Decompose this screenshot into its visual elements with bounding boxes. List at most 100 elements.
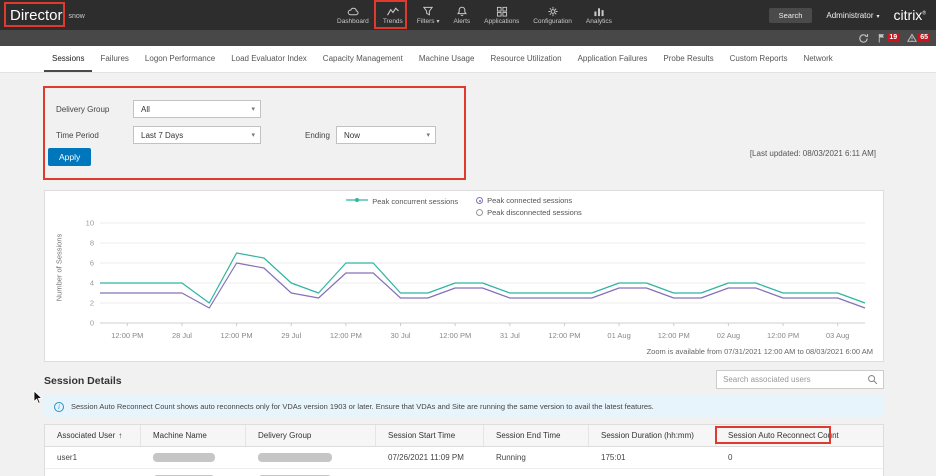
table-header-row: Associated User↑ Machine Name Delivery Gro… xyxy=(45,425,883,447)
alerts-flag-indicator[interactable]: 19 xyxy=(877,33,899,43)
chevron-down-icon xyxy=(877,11,880,20)
column-header-session-auto-reconnect-count[interactable]: Session Auto Reconnect Count xyxy=(716,425,885,446)
svg-text:12:00 PM: 12:00 PM xyxy=(330,331,362,340)
user-menu[interactable]: Administrator xyxy=(826,11,879,20)
analytics-icon xyxy=(592,6,606,17)
nav-item-applications[interactable]: Applications xyxy=(477,0,526,30)
alerts-icon xyxy=(455,6,469,17)
warning-icon xyxy=(907,33,917,43)
cell-session-auto-reconnect-count xyxy=(716,469,885,476)
nav-item-label: Trends xyxy=(383,18,403,25)
tab-machine-usage[interactable]: Machine Usage xyxy=(411,46,483,72)
column-header-label: Machine Name xyxy=(153,431,207,440)
tab-load-evaluator-index[interactable]: Load Evaluator Index xyxy=(223,46,315,72)
tab-application-failures[interactable]: Application Failures xyxy=(570,46,656,72)
nav-item-label: Analytics xyxy=(586,18,612,25)
site-name: snow xyxy=(69,13,85,20)
cell-delivery-group xyxy=(246,469,376,476)
mouse-cursor xyxy=(33,390,44,410)
svg-text:4: 4 xyxy=(90,279,94,288)
nav-item-dashboard[interactable]: Dashboard xyxy=(330,0,376,30)
cell-machine-name xyxy=(141,469,246,476)
trends-tab-bar: SessionsFailuresLogon PerformanceLoad Ev… xyxy=(0,46,936,73)
column-header-label: Delivery Group xyxy=(258,431,311,440)
sessions-line-chart[interactable]: 024681012:00 PM28 Jul12:00 PM29 Jul12:00… xyxy=(50,211,880,351)
delivery-group-select[interactable]: All xyxy=(133,100,261,118)
flag-icon xyxy=(877,33,886,43)
nav-item-text: Analytics xyxy=(586,18,612,25)
tab-resource-utilization[interactable]: Resource Utilization xyxy=(482,46,569,72)
column-header-label: Session Auto Reconnect Count xyxy=(728,431,839,440)
nav-item-text: Dashboard xyxy=(337,18,369,25)
filters-icon xyxy=(421,6,435,17)
utility-bar: 19 65 xyxy=(0,30,936,46)
tab-network[interactable]: Network xyxy=(795,46,840,72)
legend-item-peak-concurrent-sessions: Peak concurrent sessions xyxy=(346,196,458,206)
global-search-button[interactable]: Search xyxy=(769,8,813,23)
sort-ascending-icon: ↑ xyxy=(118,431,122,440)
tab-custom-reports[interactable]: Custom Reports xyxy=(722,46,796,72)
nav-item-label: Applications xyxy=(484,18,519,25)
top-bar: Director snow DashboardTrendsFiltersAler… xyxy=(0,0,936,30)
sessions-trend-panel: Peak concurrent sessions Peak connected s… xyxy=(44,190,884,362)
nav-item-configuration[interactable]: Configuration xyxy=(526,0,579,30)
svg-text:30 Jul: 30 Jul xyxy=(391,331,411,340)
cell-associated-user: user1 xyxy=(45,447,141,468)
cell-associated-user xyxy=(45,469,141,476)
nav-item-text: Configuration xyxy=(533,18,572,25)
time-period-value: Last 7 Days xyxy=(141,131,183,140)
nav-item-filters[interactable]: Filters xyxy=(410,0,447,30)
table-row[interactable]: user107/26/2021 11:09 PMRunning175:010 xyxy=(45,447,883,469)
cell-session-start-time: 07/26/2021 11:09 PM xyxy=(376,447,484,468)
time-period-select[interactable]: Last 7 Days xyxy=(133,126,261,144)
utility-bar-right: 19 65 xyxy=(858,30,930,46)
session-details-table: Associated User↑ Machine Name Delivery Gro… xyxy=(44,424,884,476)
column-header-label: Session Duration (hh:mm) xyxy=(601,431,694,440)
nav-item-label: Dashboard xyxy=(337,18,369,25)
top-right-controls: Search Administrator citrix® xyxy=(769,0,926,30)
tab-sessions[interactable]: Sessions xyxy=(44,46,92,72)
svg-text:31 Jul: 31 Jul xyxy=(500,331,520,340)
tab-probe-results[interactable]: Probe Results xyxy=(655,46,721,72)
search-icon[interactable] xyxy=(867,374,883,385)
citrix-logo: citrix® xyxy=(894,7,926,23)
nav-item-label: Alerts xyxy=(454,18,471,25)
apply-button[interactable]: Apply xyxy=(48,148,91,166)
nav-item-text: Applications xyxy=(484,18,519,25)
chevron-down-icon xyxy=(437,18,440,25)
legend-radio-peak-connected-sessions[interactable]: Peak connected sessions xyxy=(476,196,582,205)
cell-session-duration xyxy=(589,469,716,476)
search-input[interactable] xyxy=(717,375,867,384)
column-header-machine-name[interactable]: Machine Name xyxy=(141,425,246,446)
column-header-session-end-time[interactable]: Session End Time xyxy=(484,425,589,446)
column-header-session-start-time[interactable]: Session Start Time xyxy=(376,425,484,446)
legend-line-sample xyxy=(346,196,368,206)
column-header-delivery-group[interactable]: Delivery Group xyxy=(246,425,376,446)
column-header-associated-user[interactable]: Associated User↑ xyxy=(45,425,141,446)
nav-item-trends[interactable]: Trends xyxy=(376,0,410,30)
delivery-group-label: Delivery Group xyxy=(56,105,109,114)
column-header-session-duration-hh-mm[interactable]: Session Duration (hh:mm) xyxy=(589,425,716,446)
cell-delivery-group xyxy=(246,447,376,468)
table-row[interactable]: 07/28/2021 12:03 PMRunning xyxy=(45,469,883,476)
tab-logon-performance[interactable]: Logon Performance xyxy=(137,46,223,72)
radio-selected-icon[interactable] xyxy=(476,197,483,204)
svg-text:12:00 PM: 12:00 PM xyxy=(658,331,690,340)
column-header-label: Associated User xyxy=(57,431,115,440)
svg-text:03 Aug: 03 Aug xyxy=(826,331,849,340)
nav-item-analytics[interactable]: Analytics xyxy=(579,0,619,30)
info-icon xyxy=(54,402,64,412)
trends-icon xyxy=(386,6,400,17)
svg-text:12:00 PM: 12:00 PM xyxy=(111,331,143,340)
refresh-icon[interactable] xyxy=(858,33,869,44)
column-header-label: Session End Time xyxy=(496,431,560,440)
time-period-label: Time Period xyxy=(56,131,99,140)
info-banner: Session Auto Reconnect Count shows auto … xyxy=(44,396,884,417)
ending-select[interactable]: Now xyxy=(336,126,436,144)
nav-item-alerts[interactable]: Alerts xyxy=(447,0,478,30)
tab-capacity-management[interactable]: Capacity Management xyxy=(315,46,411,72)
warning-count-badge: 65 xyxy=(918,33,930,42)
nav-item-text: Alerts xyxy=(454,18,471,25)
tab-failures[interactable]: Failures xyxy=(92,46,136,72)
alerts-warning-indicator[interactable]: 65 xyxy=(907,33,930,43)
